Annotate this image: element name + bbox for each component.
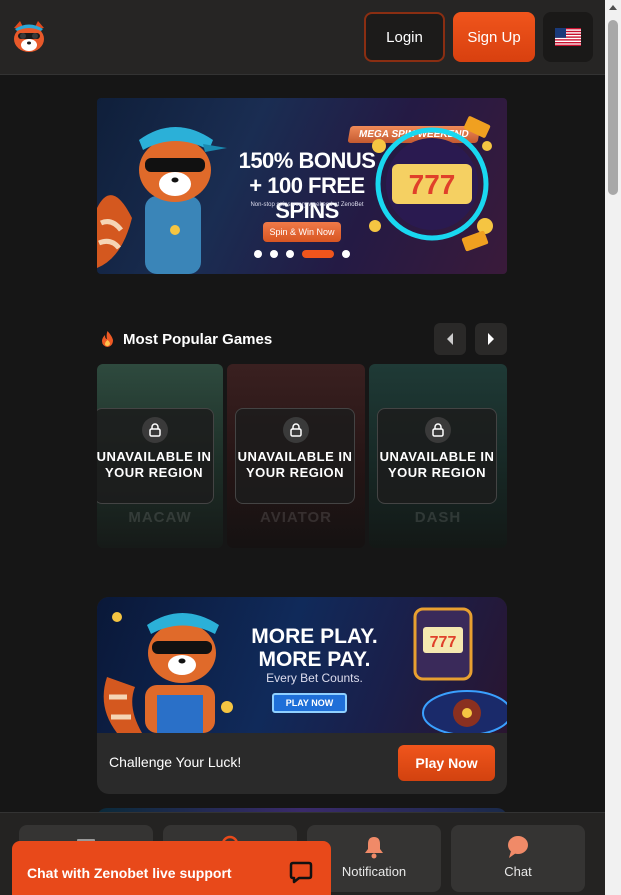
page: Login Sign Up MEGA SPIN WEEKEND 150% BON… bbox=[0, 0, 621, 895]
chat-icon bbox=[508, 836, 528, 858]
carousel-dot-active[interactable] bbox=[302, 250, 334, 258]
games-prev-button[interactable] bbox=[434, 323, 466, 355]
spin-win-button[interactable]: Spin & Win Now bbox=[263, 222, 341, 242]
promo-image-play-button[interactable]: PLAY NOW bbox=[272, 693, 347, 713]
red-panda-mascot-illustration bbox=[97, 127, 227, 274]
game-title: AVIATOR bbox=[259, 509, 332, 526]
popular-games-heading: Most Popular Games bbox=[100, 326, 272, 352]
game-title: DASH bbox=[414, 509, 462, 526]
svg-text:777: 777 bbox=[409, 169, 456, 200]
unavailable-overlay: UNAVAILABLE IN YOUR REGION bbox=[377, 408, 497, 504]
lock-icon bbox=[425, 417, 451, 443]
scroll-up-arrow-icon[interactable] bbox=[609, 5, 617, 10]
promo-headline: MORE PLAY. MORE PAY. bbox=[251, 625, 378, 671]
carousel-dot[interactable] bbox=[270, 250, 278, 258]
live-support-label: Chat with Zenobet live support bbox=[27, 865, 232, 881]
carousel-dot[interactable] bbox=[286, 250, 294, 258]
game-card[interactable]: AVIATOR UNAVAILABLE IN YOUR REGION bbox=[227, 364, 365, 548]
hero-banner[interactable]: MEGA SPIN WEEKEND 150% BONUS + 100 FREE … bbox=[97, 98, 507, 274]
fire-icon bbox=[102, 331, 113, 347]
svg-text:777: 777 bbox=[430, 634, 457, 651]
scroll-thumb[interactable] bbox=[608, 20, 618, 195]
play-now-button[interactable]: Play Now bbox=[398, 745, 495, 781]
carousel-dot[interactable] bbox=[254, 250, 262, 258]
promo-card: MORE PLAY. MORE PAY. Every Bet Counts. P… bbox=[97, 597, 507, 794]
unavailable-overlay: UNAVAILABLE IN YOUR REGION bbox=[235, 408, 355, 504]
signup-button[interactable]: Sign Up bbox=[453, 12, 535, 62]
hero-title: 150% BONUS + 100 FREE SPINS bbox=[238, 148, 376, 223]
red-panda-promo-illustration bbox=[103, 612, 233, 733]
lock-icon bbox=[142, 417, 168, 443]
game-card[interactable]: MACAW UNAVAILABLE IN YOUR REGION bbox=[97, 364, 223, 548]
unavailable-text: UNAVAILABLE IN YOUR REGION bbox=[97, 449, 212, 480]
unavailable-text: UNAVAILABLE IN YOUR REGION bbox=[379, 449, 495, 480]
nav-label: Chat bbox=[504, 864, 532, 879]
page-scrollbar[interactable] bbox=[605, 0, 621, 895]
hero-subtitle: Non-stop spins every weekend at ZenoBet bbox=[250, 202, 364, 208]
chat-bubble-icon bbox=[289, 861, 313, 884]
carousel-dot[interactable] bbox=[342, 250, 350, 258]
top-header: Login Sign Up bbox=[0, 0, 605, 75]
popular-games-title: Most Popular Games bbox=[123, 330, 273, 348]
live-support-chat-widget[interactable]: Chat with Zenobet live support bbox=[12, 841, 331, 895]
game-title: MACAW bbox=[128, 509, 192, 526]
lock-icon bbox=[283, 417, 309, 443]
nav-item-chat[interactable]: Chat bbox=[451, 825, 585, 892]
language-selector-button[interactable] bbox=[543, 12, 593, 62]
unavailable-overlay: UNAVAILABLE IN YOUR REGION bbox=[97, 408, 214, 504]
bell-icon bbox=[365, 837, 383, 859]
slot-machine-illustration: 777 bbox=[413, 607, 507, 733]
chevron-right-icon bbox=[488, 333, 494, 345]
promo-subline: Every Bet Counts. bbox=[266, 671, 363, 685]
red-panda-logo[interactable] bbox=[10, 18, 48, 56]
carousel-dots bbox=[254, 250, 350, 258]
games-next-button[interactable] bbox=[475, 323, 507, 355]
us-flag-icon bbox=[555, 28, 581, 46]
promo-banner-image[interactable]: MORE PLAY. MORE PAY. Every Bet Counts. P… bbox=[97, 597, 507, 733]
login-button[interactable]: Login bbox=[364, 12, 445, 62]
game-card[interactable]: DASH UNAVAILABLE IN YOUR REGION bbox=[369, 364, 507, 548]
unavailable-text: UNAVAILABLE IN YOUR REGION bbox=[237, 449, 353, 480]
slot-reel-illustration: 777 bbox=[369, 116, 493, 252]
promo-caption: Challenge Your Luck! bbox=[109, 754, 242, 770]
chevron-left-icon bbox=[447, 333, 453, 345]
